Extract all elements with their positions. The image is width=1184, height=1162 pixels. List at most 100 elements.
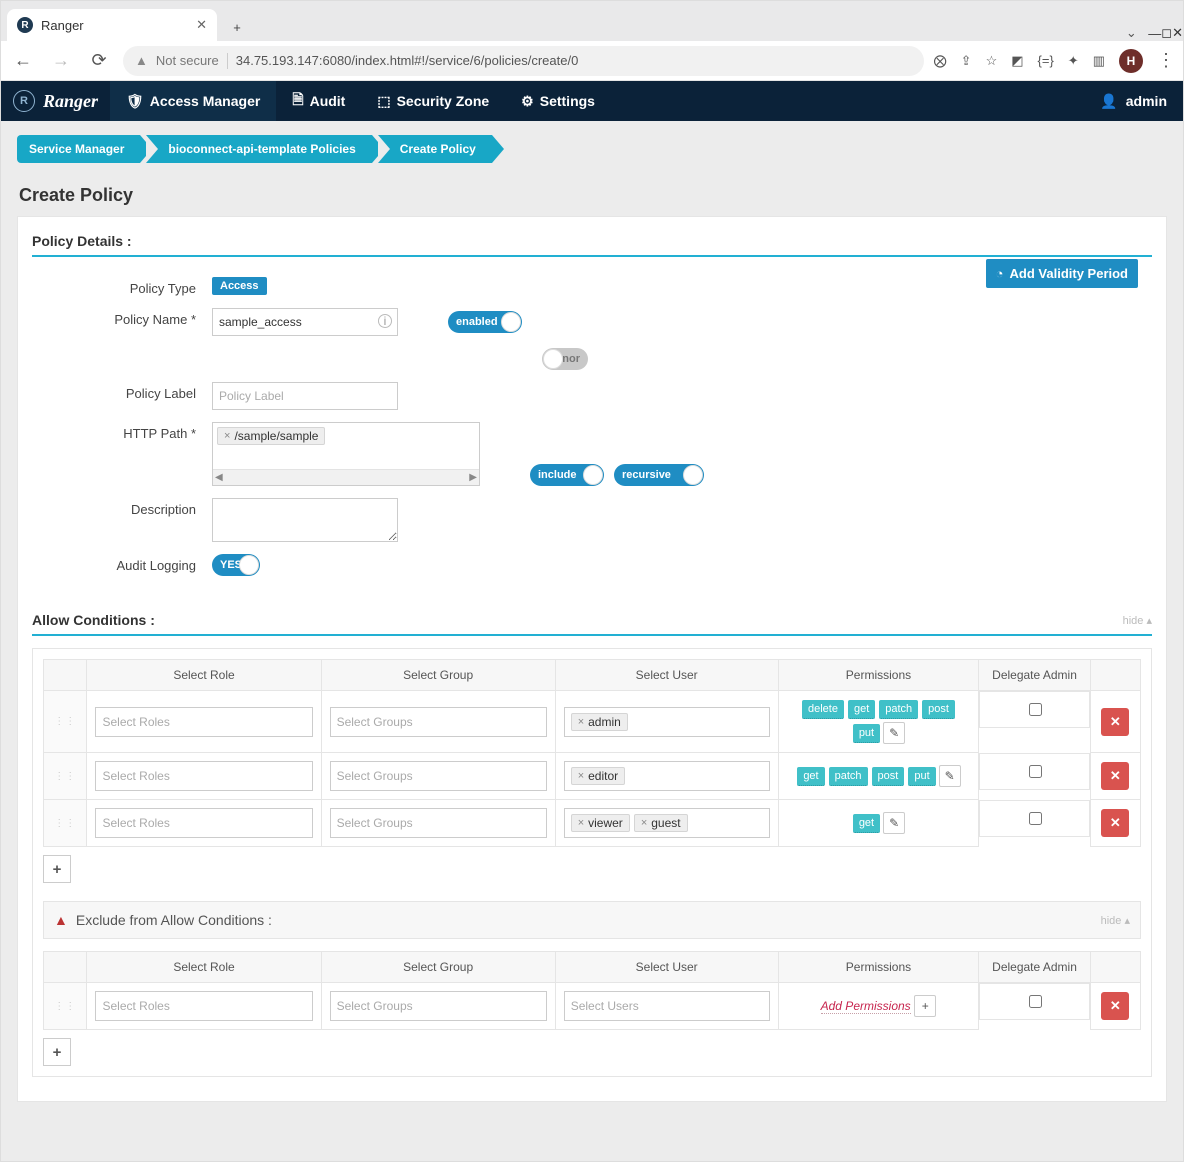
breadcrumb-item[interactable]: bioconnect-api-template Policies bbox=[146, 135, 371, 163]
drag-handle[interactable]: ⋮⋮ bbox=[44, 983, 87, 1030]
browser-tab[interactable]: R Ranger ✕ bbox=[7, 9, 217, 41]
page-body: Service Manager bioconnect-api-template … bbox=[1, 121, 1183, 1161]
add-exclude-row-button[interactable]: + bbox=[43, 1038, 71, 1066]
edit-permissions-button[interactable]: ✎ bbox=[883, 722, 905, 744]
add-perm-button[interactable]: + bbox=[914, 995, 936, 1017]
drag-handle[interactable]: ⋮⋮ bbox=[44, 800, 87, 847]
drag-handle[interactable]: ⋮⋮ bbox=[44, 753, 87, 800]
drag-handle[interactable]: ⋮⋮ bbox=[44, 691, 87, 753]
profile-avatar[interactable]: H bbox=[1119, 49, 1143, 73]
permission-badge[interactable]: put bbox=[908, 767, 935, 786]
include-toggle[interactable]: include bbox=[530, 464, 604, 486]
role-select[interactable]: Select Roles bbox=[95, 808, 312, 838]
audit-toggle[interactable]: YES bbox=[212, 554, 260, 576]
delete-row-button[interactable]: ✕ bbox=[1101, 992, 1129, 1020]
delete-row-button[interactable]: ✕ bbox=[1101, 809, 1129, 837]
tabs-dropdown-icon[interactable]: ⌄ bbox=[1114, 25, 1148, 41]
user-chip[interactable]: ×guest bbox=[634, 814, 688, 832]
close-tab-icon[interactable]: ✕ bbox=[196, 17, 207, 33]
sidepanel-icon[interactable]: ▥ bbox=[1093, 53, 1105, 69]
back-button[interactable]: ← bbox=[9, 50, 37, 71]
delegate-checkbox[interactable] bbox=[1029, 765, 1042, 778]
user-select[interactable]: ×editor bbox=[564, 761, 770, 791]
recursive-toggle[interactable]: recursive bbox=[614, 464, 704, 486]
remove-chip-icon[interactable]: × bbox=[578, 817, 584, 829]
permission-badge[interactable]: get bbox=[848, 700, 875, 719]
share-icon[interactable]: ⇪ bbox=[961, 53, 972, 69]
role-select[interactable]: Select Roles bbox=[95, 991, 312, 1021]
description-textarea[interactable] bbox=[212, 498, 398, 542]
window-close-button[interactable]: ✕ bbox=[1172, 25, 1183, 41]
permission-badge[interactable]: put bbox=[853, 724, 880, 743]
user-select[interactable]: ×admin bbox=[564, 707, 770, 737]
add-permissions-link[interactable]: Add Permissions bbox=[821, 999, 911, 1014]
remove-chip-icon[interactable]: × bbox=[224, 430, 230, 442]
brand[interactable]: R Ranger bbox=[1, 90, 110, 112]
forward-button[interactable]: → bbox=[47, 50, 75, 71]
zoom-icon[interactable]: ⨂ bbox=[934, 53, 947, 69]
policy-name-input[interactable] bbox=[212, 308, 398, 336]
info-icon[interactable]: i bbox=[378, 314, 392, 328]
minimize-button[interactable]: — bbox=[1148, 26, 1161, 41]
scrollbar[interactable]: ◀▶ bbox=[213, 469, 479, 485]
permission-badge[interactable]: delete bbox=[802, 700, 844, 719]
reload-button[interactable]: ⟳ bbox=[85, 50, 113, 71]
delegate-checkbox[interactable] bbox=[1029, 995, 1042, 1008]
normal-toggle[interactable]: nor bbox=[542, 348, 588, 370]
http-path-input[interactable]: ×/sample/sample ◀▶ bbox=[212, 422, 480, 486]
delegate-checkbox[interactable] bbox=[1029, 812, 1042, 825]
tab-strip: R Ranger ✕ + ⌄ — ◻ ✕ bbox=[1, 1, 1183, 41]
breadcrumb-item[interactable]: Create Policy bbox=[378, 135, 492, 163]
role-select[interactable]: Select Roles bbox=[95, 707, 312, 737]
user-select[interactable]: ×viewer ×guest bbox=[564, 808, 770, 838]
remove-chip-icon[interactable]: × bbox=[641, 817, 647, 829]
user-chip[interactable]: ×editor bbox=[571, 767, 625, 785]
add-validity-button[interactable]: ◔ Add Validity Period bbox=[986, 259, 1138, 288]
policy-label-input[interactable] bbox=[212, 382, 398, 410]
user-menu[interactable]: 👤 admin bbox=[1084, 93, 1183, 110]
nav-audit[interactable]: 🗎 Audit bbox=[276, 81, 361, 121]
hide-toggle[interactable]: hide ▴ bbox=[1123, 614, 1152, 627]
permission-badge[interactable]: get bbox=[797, 767, 824, 786]
delegate-checkbox[interactable] bbox=[1029, 703, 1042, 716]
remove-chip-icon[interactable]: × bbox=[578, 770, 584, 782]
role-select[interactable]: Select Roles bbox=[95, 761, 312, 791]
edit-permissions-button[interactable]: ✎ bbox=[883, 812, 905, 834]
permission-badge[interactable]: get bbox=[853, 814, 880, 833]
delete-row-button[interactable]: ✕ bbox=[1101, 762, 1129, 790]
delete-row-button[interactable]: ✕ bbox=[1101, 708, 1129, 736]
extensions-icon[interactable]: ✦ bbox=[1068, 53, 1079, 69]
maximize-button[interactable]: ◻ bbox=[1161, 25, 1172, 41]
extension-icon-2[interactable]: {=} bbox=[1038, 53, 1054, 68]
remove-chip-icon[interactable]: × bbox=[578, 716, 584, 728]
bookmark-icon[interactable]: ☆ bbox=[986, 53, 998, 69]
toggle-knob bbox=[583, 465, 603, 485]
label-policy-type: Policy Type bbox=[32, 277, 212, 296]
add-allow-row-button[interactable]: + bbox=[43, 855, 71, 883]
group-select[interactable]: Select Groups bbox=[330, 707, 547, 737]
group-select[interactable]: Select Groups bbox=[330, 991, 547, 1021]
permission-badge[interactable]: patch bbox=[879, 700, 918, 719]
nav-label: Audit bbox=[310, 93, 346, 109]
permission-badge[interactable]: post bbox=[872, 767, 905, 786]
user-select[interactable]: Select Users bbox=[564, 991, 770, 1021]
nav-settings[interactable]: ⚙ Settings bbox=[505, 81, 611, 121]
nav-access-manager[interactable]: 🛡 Access Manager bbox=[110, 81, 276, 121]
group-select[interactable]: Select Groups bbox=[330, 808, 547, 838]
permission-badge[interactable]: patch bbox=[829, 767, 868, 786]
group-select[interactable]: Select Groups bbox=[330, 761, 547, 791]
tab-title: Ranger bbox=[41, 18, 196, 33]
user-chip[interactable]: ×admin bbox=[571, 713, 628, 731]
new-tab-button[interactable]: + bbox=[223, 13, 251, 41]
hide-toggle[interactable]: hide ▴ bbox=[1101, 914, 1130, 927]
user-chip[interactable]: ×viewer bbox=[571, 814, 630, 832]
extension-icon-1[interactable]: ◩ bbox=[1011, 53, 1023, 69]
edit-permissions-button[interactable]: ✎ bbox=[939, 765, 961, 787]
menu-icon[interactable]: ⋮ bbox=[1157, 50, 1175, 71]
path-chip[interactable]: ×/sample/sample bbox=[217, 427, 325, 445]
enabled-toggle[interactable]: enabled bbox=[448, 311, 522, 333]
nav-security-zone[interactable]: ⬚ Security Zone bbox=[361, 81, 505, 121]
url-field[interactable]: ▲ Not secure 34.75.193.147:6080/index.ht… bbox=[123, 46, 924, 76]
breadcrumb-item[interactable]: Service Manager bbox=[17, 135, 140, 163]
permission-badge[interactable]: post bbox=[922, 700, 955, 719]
